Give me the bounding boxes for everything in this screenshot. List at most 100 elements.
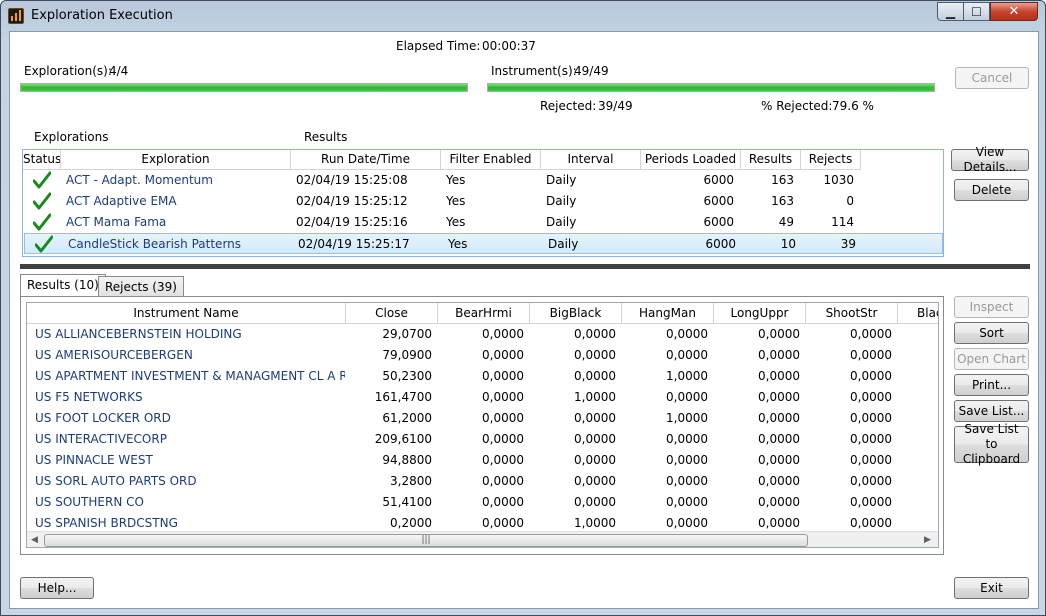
close-button[interactable]: ✕ xyxy=(990,2,1038,21)
col-header-filter-enabled[interactable]: Filter Enabled xyxy=(441,150,541,170)
horizontal-scrollbar[interactable]: ◀ ||| ▶ xyxy=(27,531,938,547)
result-row[interactable]: US SOUTHERN CO 51,4100 0,0000 0,0000 0,0000 0… xyxy=(27,492,938,513)
col-header-results[interactable]: Results xyxy=(741,150,801,170)
hangman-value: 0,0000 xyxy=(666,495,708,509)
result-row[interactable]: US PINNACLE WEST 94,8800 0,0000 0,0000 0,000… xyxy=(27,450,938,471)
elapsed-time-label: Elapsed Time: xyxy=(396,39,481,53)
results-section-label: Results xyxy=(304,130,348,144)
col-header-close[interactable]: Close xyxy=(346,303,438,324)
tab-results[interactable]: Results (10) xyxy=(20,274,106,297)
cancel-button[interactable]: Cancel xyxy=(955,67,1029,89)
col-header-exploration[interactable]: Exploration xyxy=(61,150,291,170)
bigblack-value: 0,0000 xyxy=(574,327,616,341)
bearhrmi-value: 0,0000 xyxy=(482,432,524,446)
minimize-button[interactable]: ▁ xyxy=(937,2,964,21)
elapsed-time-value: 00:00:37 xyxy=(482,39,536,53)
close-value: 209,6100 xyxy=(374,432,432,446)
scroll-thumb[interactable]: ||| xyxy=(44,534,808,547)
result-row[interactable]: US ALLIANCEBERNSTEIN HOLDING 29,0700 0,000… xyxy=(27,324,938,345)
exploration-window: Exploration Execution ▁ ☐ ✕ Elapsed Time… xyxy=(0,0,1046,616)
explorations-count-label: Exploration(s): xyxy=(24,64,112,78)
explorations-grid[interactable]: Status Exploration Run Date/Time Filter … xyxy=(22,149,944,257)
sort-button[interactable]: Sort xyxy=(954,322,1029,344)
bearhrmi-value: 0,0000 xyxy=(482,495,524,509)
maximize-button[interactable]: ☐ xyxy=(963,2,990,21)
bearhrmi-value: 0,0000 xyxy=(482,369,524,383)
tab-rejects[interactable]: Rejects (39) xyxy=(98,276,184,297)
result-row[interactable]: US INTERACTIVECORP 209,6100 0,0000 0,0000 0,… xyxy=(27,429,938,450)
open-chart-button[interactable]: Open Chart xyxy=(954,348,1029,370)
longuppr-value: 0,0000 xyxy=(758,495,800,509)
shootstr-value: 0,0000 xyxy=(850,474,892,488)
run-date-time: 02/04/19 15:25:17 xyxy=(298,237,410,251)
bearhrmi-value: 0,0000 xyxy=(482,453,524,467)
explorations-section-label: Explorations xyxy=(34,130,109,144)
col-header-blac[interactable]: Blac xyxy=(898,303,938,324)
exploration-name: ACT Adaptive EMA xyxy=(66,194,177,208)
close-value: 161,4700 xyxy=(374,390,432,404)
results-grid[interactable]: Instrument Name Close BearHrmi BigBlack … xyxy=(26,302,939,548)
result-row[interactable]: US SORL AUTO PARTS ORD 3,2800 0,0000 0,0000… xyxy=(27,471,938,492)
longuppr-value: 0,0000 xyxy=(758,432,800,446)
instrument-name: US FOOT LOCKER ORD xyxy=(35,411,171,425)
shootstr-value: 0,0000 xyxy=(850,411,892,425)
exploration-row[interactable]: ACT Adaptive EMA 02/04/19 15:25:12 Yes Dail… xyxy=(23,191,943,212)
col-header-longuppr[interactable]: LongUppr xyxy=(714,303,806,324)
scroll-left-arrow-icon[interactable]: ◀ xyxy=(31,535,38,545)
percent-rejected-value: 79.6 % xyxy=(832,99,874,113)
result-row[interactable]: US FOOT LOCKER ORD 61,2000 0,0000 0,0000 1,0… xyxy=(27,408,938,429)
result-row[interactable]: US APARTMENT INVESTMENT & MANAGMENT CL A… xyxy=(27,366,938,387)
interval: Daily xyxy=(546,215,577,229)
help-button[interactable]: Help... xyxy=(20,577,94,599)
scroll-right-arrow-icon[interactable]: ▶ xyxy=(924,535,931,545)
instrument-name: US SOUTHERN CO xyxy=(35,495,144,509)
col-header-run-date[interactable]: Run Date/Time xyxy=(291,150,441,170)
col-header-instrument-name[interactable]: Instrument Name xyxy=(27,303,346,324)
col-header-hangman[interactable]: HangMan xyxy=(622,303,714,324)
col-header-bearhrmi[interactable]: BearHrmi xyxy=(438,303,530,324)
pane-splitter[interactable] xyxy=(20,264,1030,269)
col-header-periods-loaded[interactable]: Periods Loaded xyxy=(641,150,741,170)
print-button[interactable]: Print... xyxy=(954,374,1029,396)
title-bar[interactable]: Exploration Execution ▁ ☐ ✕ xyxy=(1,1,1045,31)
rejected-label: Rejected: xyxy=(540,99,597,113)
exploration-row[interactable]: ACT Mama Fama 02/04/19 15:25:16 Yes Daily 60… xyxy=(23,212,943,233)
result-row[interactable]: US F5 NETWORKS 161,4700 0,0000 1,0000 0,0000… xyxy=(27,387,938,408)
inspect-button[interactable]: Inspect xyxy=(954,296,1029,318)
bigblack-value: 0,0000 xyxy=(574,432,616,446)
check-icon xyxy=(33,213,51,231)
rejects-count: 0 xyxy=(846,194,854,208)
view-details-button[interactable]: View Details... xyxy=(951,145,1029,174)
results-count: 163 xyxy=(771,173,794,187)
check-icon xyxy=(33,192,51,210)
filter-enabled: Yes xyxy=(446,215,466,229)
save-list-to-clipboard-button[interactable]: Save List to Clipboard xyxy=(954,422,1029,466)
exploration-row[interactable]: CandleStick Bearish Patterns 02/04/19 15:… xyxy=(24,233,943,254)
col-header-bigblack[interactable]: BigBlack xyxy=(530,303,622,324)
bigblack-value: 1,0000 xyxy=(574,390,616,404)
save-list-button[interactable]: Save List... xyxy=(954,400,1029,422)
bigblack-value: 0,0000 xyxy=(574,369,616,383)
exit-button[interactable]: Exit xyxy=(954,577,1029,599)
longuppr-value: 0,0000 xyxy=(758,327,800,341)
exploration-row[interactable]: ACT - Adapt. Momentum 02/04/19 15:25:08 Ye… xyxy=(23,170,943,191)
instrument-name: US ALLIANCEBERNSTEIN HOLDING xyxy=(35,327,242,341)
instruments-progress-bar xyxy=(487,83,935,92)
result-row[interactable]: US AMERISOURCEBERGEN 79,0900 0,0000 0,0000 0… xyxy=(27,345,938,366)
delete-button[interactable]: Delete xyxy=(954,179,1029,201)
periods-loaded: 6000 xyxy=(703,173,734,187)
hangman-value: 0,0000 xyxy=(666,432,708,446)
shootstr-value: 0,0000 xyxy=(850,348,892,362)
bigblack-value: 0,0000 xyxy=(574,348,616,362)
col-header-rejects[interactable]: Rejects xyxy=(801,150,861,170)
exploration-name: CandleStick Bearish Patterns xyxy=(68,237,242,251)
bearhrmi-value: 0,0000 xyxy=(482,327,524,341)
check-icon xyxy=(35,235,53,253)
col-header-shootstr[interactable]: ShootStr xyxy=(806,303,898,324)
hangman-value: 0,0000 xyxy=(666,453,708,467)
shootstr-value: 0,0000 xyxy=(850,390,892,404)
explorations-progress-fill xyxy=(21,84,467,91)
col-header-interval[interactable]: Interval xyxy=(541,150,641,170)
col-header-status[interactable]: Status xyxy=(23,150,61,170)
results-tab-panel: Instrument Name Close BearHrmi BigBlack … xyxy=(20,296,944,555)
